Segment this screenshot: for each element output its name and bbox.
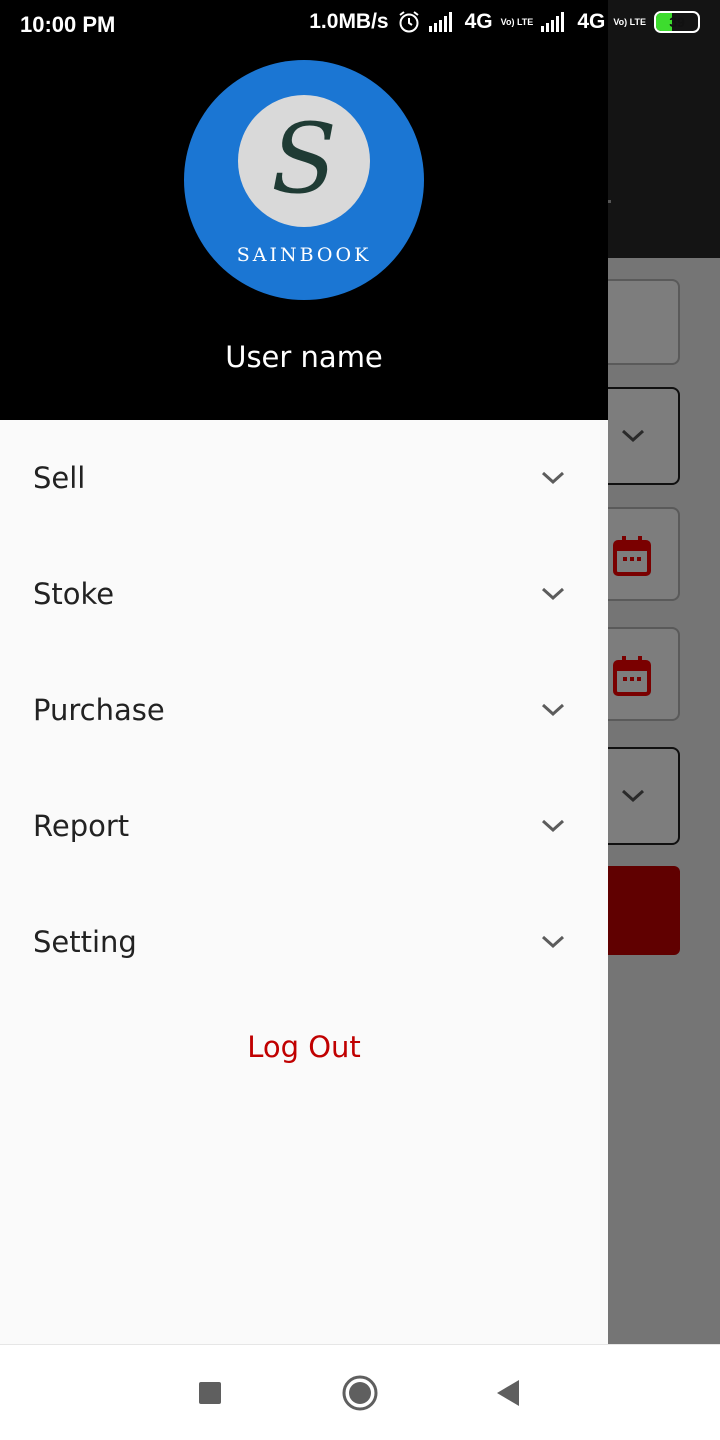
drawer-header: S SAINBOOK User name: [0, 0, 608, 420]
system-navigation-bar: [0, 1344, 720, 1440]
logo-brand-text: SAINBOOK: [236, 244, 372, 266]
menu-item-purchase[interactable]: Purchase: [0, 652, 608, 768]
logo-monogram-circle: S: [238, 95, 370, 227]
calendar-icon: [613, 656, 651, 696]
home-icon: [342, 1375, 378, 1411]
status-icons: 1.0MB/s 4G Vo) LTE 4G Vo) LTE 39: [309, 10, 700, 34]
alarm-icon: [399, 11, 419, 33]
chevron-down-icon: [541, 819, 565, 833]
app-logo: S SAINBOOK: [184, 60, 424, 300]
battery-level: 39: [669, 14, 685, 30]
navigation-drawer: S SAINBOOK User name Sell Stoke Purchase…: [0, 0, 608, 1344]
drawer-menu: Sell Stoke Purchase Report Setting: [0, 420, 608, 1000]
menu-item-label: Stoke: [33, 577, 115, 611]
volte-indicator: Vo) LTE: [613, 16, 646, 27]
battery-icon: 39: [654, 11, 700, 33]
menu-item-sell[interactable]: Sell: [0, 420, 608, 536]
user-name: User name: [225, 340, 383, 374]
menu-item-label: Purchase: [33, 693, 165, 727]
recents-button[interactable]: [180, 1345, 240, 1440]
network-speed: 1.0MB/s: [309, 10, 389, 33]
logout-button[interactable]: Log Out: [0, 1030, 608, 1064]
home-button[interactable]: [330, 1345, 390, 1440]
menu-item-label: Report: [33, 809, 130, 843]
menu-item-report[interactable]: Report: [0, 768, 608, 884]
back-button[interactable]: [478, 1345, 538, 1440]
logo-monogram: S: [271, 103, 337, 215]
network-type: 4G: [577, 10, 606, 33]
chevron-down-icon: [541, 587, 565, 601]
network-type: 4G: [464, 10, 493, 33]
calendar-icon: [613, 536, 651, 576]
menu-item-label: Sell: [33, 461, 86, 495]
chevron-down-icon: [541, 703, 565, 717]
signal-icon: [541, 12, 565, 32]
chevron-down-icon: [541, 935, 565, 949]
status-bar: 10:00 PM 1.0MB/s 4G Vo) LTE 4G Vo) LTE 3…: [0, 0, 720, 52]
status-time: 10:00 PM: [20, 12, 116, 37]
signal-icon: [428, 12, 452, 32]
menu-item-stoke[interactable]: Stoke: [0, 536, 608, 652]
chevron-down-icon: [621, 789, 645, 803]
menu-item-label: Setting: [33, 925, 137, 959]
menu-item-setting[interactable]: Setting: [0, 884, 608, 1000]
recents-icon: [199, 1382, 221, 1404]
back-icon: [497, 1380, 519, 1406]
chevron-down-icon: [621, 429, 645, 443]
volte-indicator: Vo) LTE: [500, 16, 534, 27]
chevron-down-icon: [541, 471, 565, 485]
